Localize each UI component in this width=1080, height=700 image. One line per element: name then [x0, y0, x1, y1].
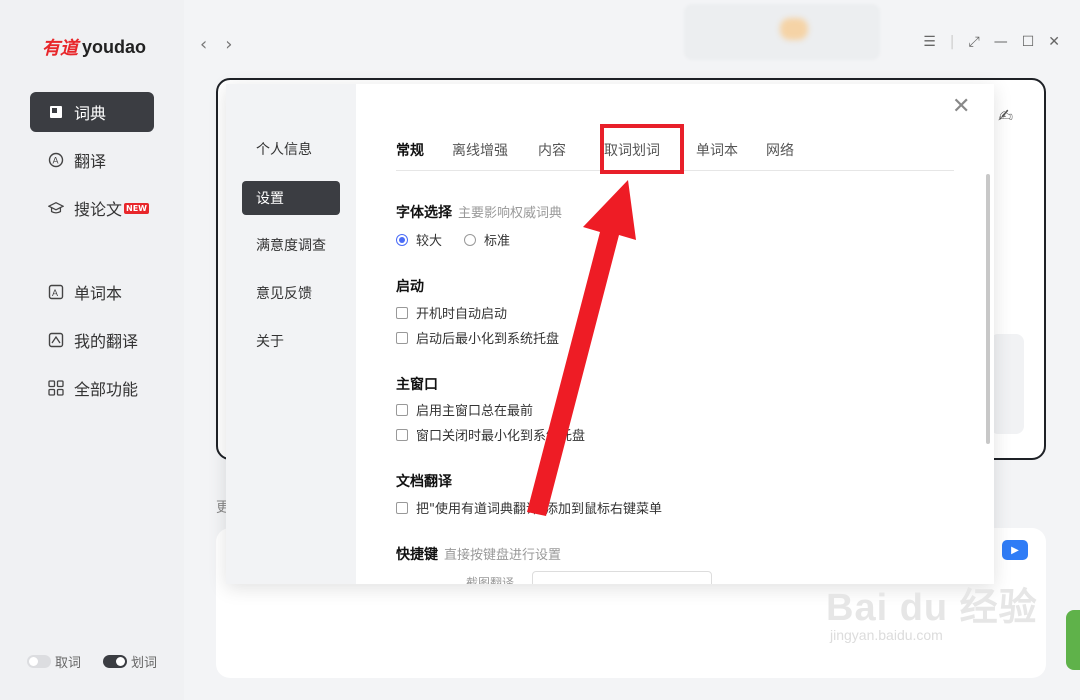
- watermark-brand: Bai du 经验: [826, 587, 1038, 629]
- baidu-watermark: Bai du 经验 jingyan.baidu.com: [826, 576, 1038, 643]
- side-widget: [1066, 610, 1080, 670]
